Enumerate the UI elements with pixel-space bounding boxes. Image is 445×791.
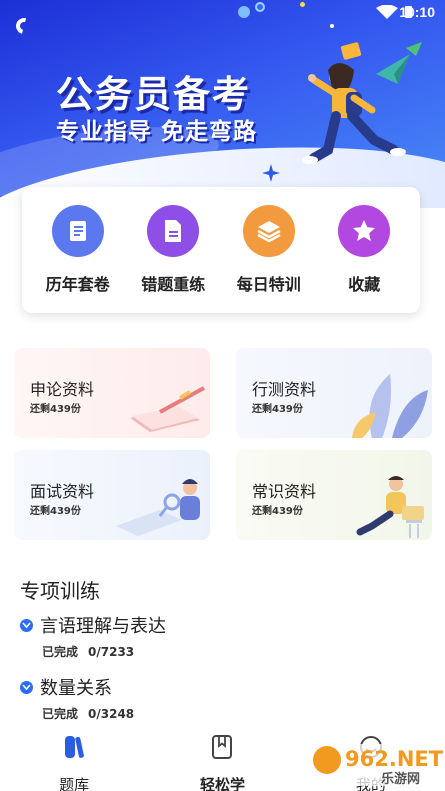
chevron-down-icon: [20, 681, 33, 694]
nav-label: 题库: [59, 776, 90, 791]
quick-item-label: 错题重练: [141, 275, 206, 294]
bubble-decoration: [255, 2, 265, 12]
training-status: 已完成: [42, 645, 79, 659]
layers-icon: [242, 205, 295, 257]
resource-remaining: 还剩439份: [30, 404, 81, 415]
quick-item-daily-training[interactable]: 每日特训: [226, 205, 312, 313]
resource-remaining: 还剩439份: [252, 506, 303, 517]
chevron-down-icon: [20, 619, 33, 632]
status-time: 10:10: [399, 4, 435, 20]
leaves-illustration: [352, 374, 428, 438]
section-title-special-training: 专项训练: [20, 579, 100, 603]
nav-label: 轻松学: [199, 776, 245, 791]
document-icon: [147, 205, 200, 257]
resource-title: 面试资料: [30, 482, 95, 501]
training-item-name: 数量关系: [40, 678, 112, 699]
resource-title: 申论资料: [30, 380, 95, 399]
book-icon: [210, 734, 234, 760]
training-count: 0/7233: [88, 645, 135, 659]
resource-remaining: 还剩439份: [252, 404, 303, 415]
sparkle-decoration-icon: [262, 164, 280, 182]
resource-title: 行测资料: [252, 380, 317, 399]
resource-card-essay[interactable]: 申论资料 还剩439份: [14, 348, 210, 438]
resource-card-interview[interactable]: 面试资料 还剩439份: [14, 450, 210, 540]
training-status: 已完成: [42, 707, 79, 721]
resource-remaining: 还剩439份: [30, 506, 81, 517]
hero-banner: 10:10 公务员备考 专业指导 免走弯路: [0, 0, 445, 208]
training-count: 0/3248: [88, 707, 135, 721]
watermark-text: 962.NET: [345, 747, 443, 771]
running-student-illustration: [302, 42, 422, 164]
book-pencil-illustration: [130, 386, 205, 432]
banner-subtitle: 专业指导 免走弯路: [56, 119, 258, 145]
banner-title: 公务员备考: [56, 73, 251, 116]
scroll-icon: [51, 205, 104, 257]
question-bank-icon: [61, 734, 87, 760]
quick-menu-card: 历年套卷 错题重练 每日特训 收藏: [22, 187, 420, 313]
dot-decoration: [330, 24, 334, 28]
wifi-icon: [376, 5, 398, 19]
training-item-progress: 已完成 0/3248: [42, 705, 144, 722]
quick-item-favorites[interactable]: 收藏: [321, 205, 407, 313]
resource-card-aptitude[interactable]: 行测资料 还剩439份: [236, 348, 432, 438]
resource-title: 常识资料: [252, 482, 317, 501]
quick-item-label: 每日特训: [236, 275, 301, 294]
nav-tab-easy-learn[interactable]: 轻松学: [148, 730, 296, 791]
quick-item-past-papers[interactable]: 历年套卷: [35, 205, 121, 313]
hook-decoration-icon: [13, 15, 35, 37]
nav-tab-question-bank[interactable]: 题库: [0, 730, 148, 791]
dot-decoration: [300, 2, 305, 7]
watermark-subtext: 乐游网: [381, 771, 420, 787]
training-item-progress: 已完成 0/7233: [42, 643, 144, 660]
laptop-person-illustration: [356, 476, 424, 538]
bubble-decoration: [238, 6, 250, 18]
resource-card-knowledge[interactable]: 常识资料 还剩439份: [236, 450, 432, 540]
star-icon: [338, 205, 391, 257]
quick-item-label: 收藏: [348, 275, 381, 294]
quick-item-label: 历年套卷: [45, 275, 110, 294]
training-item-name: 言语理解与表达: [40, 616, 166, 637]
quick-item-wrong-questions[interactable]: 错题重练: [130, 205, 216, 313]
site-watermark: 962.NET 乐游网: [307, 744, 443, 787]
reading-person-illustration: [116, 479, 200, 536]
